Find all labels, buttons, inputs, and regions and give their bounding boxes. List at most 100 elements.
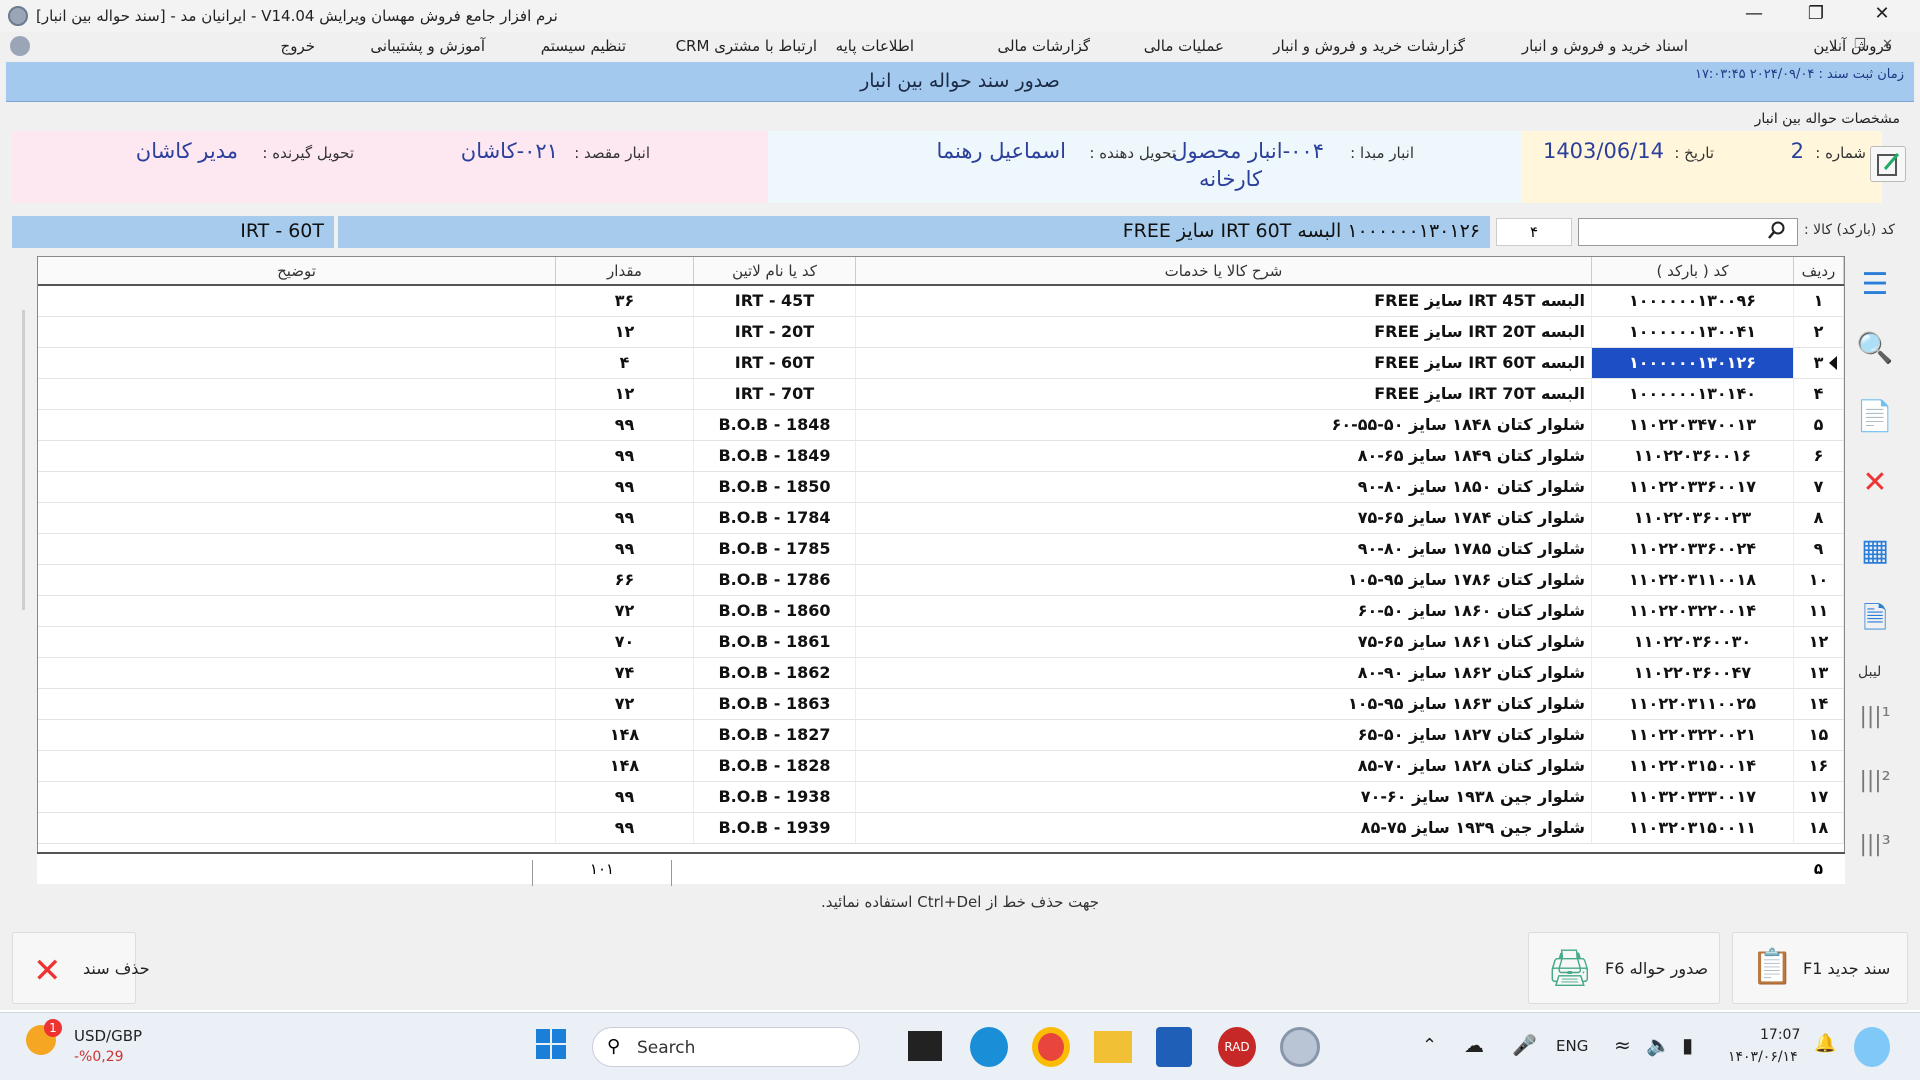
- menu-financial-ops[interactable]: عملیات مالی: [1144, 37, 1224, 55]
- row-number-cell[interactable]: ۱۷: [1793, 781, 1844, 813]
- row-number-cell[interactable]: ۱۴: [1793, 688, 1844, 720]
- row-number-cell[interactable]: ۴: [1793, 378, 1844, 410]
- quantity-cell[interactable]: ۹۹: [555, 812, 694, 844]
- latin-name-cell[interactable]: B.O.B - 1860: [693, 595, 856, 627]
- quantity-cell[interactable]: ۹۹: [555, 409, 694, 441]
- quantity-cell[interactable]: ۷۴: [555, 657, 694, 689]
- quantity-cell[interactable]: ۹۹: [555, 502, 694, 534]
- note-cell[interactable]: [38, 285, 556, 317]
- description-cell[interactable]: شلوار کتان ۱۸۲۸ سایز ۷۰-۸۵: [855, 750, 1592, 782]
- maximize-button[interactable]: ❐: [1792, 0, 1840, 30]
- latin-name-cell[interactable]: B.O.B - 1848: [693, 409, 856, 441]
- barcode-cell[interactable]: ۱۱۰۲۲۰۳۳۶۰۰۲۴: [1591, 533, 1794, 565]
- barcode-cell[interactable]: ۱۱۰۲۲۰۳۶۰۰۲۳: [1591, 502, 1794, 534]
- latin-name-cell[interactable]: B.O.B - 1786: [693, 564, 856, 596]
- barcode-cell[interactable]: ۱۱۰۲۲۰۳۶۰۰۱۶: [1591, 440, 1794, 472]
- wifi-icon[interactable]: ≈: [1614, 1033, 1631, 1057]
- barcode-cell[interactable]: ۱۱۰۲۲۰۳۱۱۰۰۲۵: [1591, 688, 1794, 720]
- rad-app-icon[interactable]: RAD: [1218, 1027, 1256, 1067]
- note-cell[interactable]: [38, 409, 556, 441]
- barcode-cell[interactable]: ۱۱۰۲۲۰۳۱۱۰۰۱۸: [1591, 564, 1794, 596]
- latin-name-cell[interactable]: B.O.B - 1827: [693, 719, 856, 751]
- chrome-icon[interactable]: [1032, 1027, 1070, 1067]
- description-cell[interactable]: شلوار کتان ۱۸۶۳ سایز ۹۵-۱۰۵: [855, 688, 1592, 720]
- mdi-close-icon[interactable]: ✕: [1882, 37, 1893, 52]
- col-code[interactable]: کد ( بارکد ): [1591, 257, 1794, 286]
- onedrive-icon[interactable]: ☁: [1464, 1033, 1484, 1057]
- row-number-cell[interactable]: ۵: [1793, 409, 1844, 441]
- quantity-cell[interactable]: ۶۶: [555, 564, 694, 596]
- edit-header-button[interactable]: [1870, 146, 1906, 182]
- menu-lines-icon[interactable]: ☰: [1848, 258, 1902, 312]
- barcode-cell[interactable]: ۱۱۰۲۲۰۳۲۲۰۰۲۱: [1591, 719, 1794, 751]
- latin-name-cell[interactable]: B.O.B - 1863: [693, 688, 856, 720]
- row-number-cell[interactable]: ۸: [1793, 502, 1844, 534]
- quantity-cell[interactable]: ۹۹: [555, 781, 694, 813]
- description-cell[interactable]: شلوار کتان ۱۸۶۲ سایز ۹۰-۸۰: [855, 657, 1592, 689]
- latin-name-cell[interactable]: IRT - 60T: [693, 347, 856, 379]
- menu-base-info[interactable]: اطلاعات پایه: [836, 37, 914, 55]
- issue-transfer-button[interactable]: 🖨 صدور حواله F6: [1528, 932, 1720, 1004]
- minimize-button[interactable]: —: [1730, 0, 1778, 30]
- latin-name-cell[interactable]: B.O.B - 1785: [693, 533, 856, 565]
- description-cell[interactable]: شلوار کتان ۱۸۵۰ سایز ۸۰-۹۰: [855, 471, 1592, 503]
- latin-name-cell[interactable]: IRT - 70T: [693, 378, 856, 410]
- note-cell[interactable]: [38, 502, 556, 534]
- menu-inventory-reports[interactable]: گزارشات خرید و فروش و انبار: [1273, 37, 1465, 55]
- barcode-cell[interactable]: ۱۱۰۲۲۰۳۶۰۰۴۷: [1591, 657, 1794, 689]
- row-number-cell[interactable]: ۱۰: [1793, 564, 1844, 596]
- barcode-cell[interactable]: ۱۱۰۲۲۰۳۶۰۰۳۰: [1591, 626, 1794, 658]
- table-row[interactable]: ۷ ۱۱۰۲۲۰۳۳۶۰۰۱۷ شلوار کتان ۱۸۵۰ سایز ۸۰-۹۰…: [38, 471, 1844, 503]
- latin-name-cell[interactable]: B.O.B - 1938: [693, 781, 856, 813]
- col-latin[interactable]: کد یا نام لاتین: [693, 257, 856, 286]
- barcode-cell[interactable]: ۱۱۰۲۲۰۳۳۶۰۰۱۷: [1591, 471, 1794, 503]
- search-icon[interactable]: [1768, 221, 1786, 239]
- menu-training[interactable]: آموزش و پشتیبانی: [370, 37, 485, 55]
- table-row[interactable]: ۱ ۱۰۰۰۰۰۰۱۳۰۰۹۶ البسه IRT 45T سایز FREE IRT…: [38, 285, 1844, 317]
- col-qty[interactable]: مقدار: [555, 257, 694, 286]
- note-cell[interactable]: [38, 812, 556, 844]
- description-cell[interactable]: البسه IRT 60T سایز FREE: [855, 347, 1592, 379]
- doc-search-icon[interactable]: 📄: [1848, 390, 1902, 444]
- quantity-cell[interactable]: ۹۹: [555, 440, 694, 472]
- quantity-cell[interactable]: ۹۹: [555, 471, 694, 503]
- description-cell[interactable]: شلوار جین ۱۹۳۸ سایز ۶۰-۷۰: [855, 781, 1592, 813]
- store-icon[interactable]: [1156, 1027, 1192, 1067]
- menu-online-sales[interactable]: فروش آنلاین: [1813, 37, 1892, 55]
- close-button[interactable]: ✕: [1858, 0, 1906, 30]
- quantity-cell[interactable]: ۴: [555, 347, 694, 379]
- row-number-cell[interactable]: ۱۵: [1793, 719, 1844, 751]
- table-row[interactable]: ۸ ۱۱۰۲۲۰۳۶۰۰۲۳ شلوار کتان ۱۷۸۴ سایز ۶۵-۷۵ B…: [38, 502, 1844, 534]
- barcode-cell[interactable]: ۱۱۰۲۲۰۳۴۷۰۰۱۳: [1591, 409, 1794, 441]
- edge-icon[interactable]: [970, 1027, 1008, 1067]
- row-number-cell[interactable]: ۲: [1793, 316, 1844, 348]
- note-cell[interactable]: [38, 564, 556, 596]
- barcode-cell[interactable]: ۱۱۰۳۲۰۳۱۵۰۰۱۱: [1591, 812, 1794, 844]
- row-number-cell[interactable]: ۱۱: [1793, 595, 1844, 627]
- table-row[interactable]: ۱۲ ۱۱۰۲۲۰۳۶۰۰۳۰ شلوار کتان ۱۸۶۱ سایز ۶۵-۷۵…: [38, 626, 1844, 658]
- description-cell[interactable]: شلوار کتان ۱۷۸۵ سایز ۸۰-۹۰: [855, 533, 1592, 565]
- latin-name-cell[interactable]: B.O.B - 1862: [693, 657, 856, 689]
- latin-name-cell[interactable]: B.O.B - 1939: [693, 812, 856, 844]
- quantity-cell[interactable]: ۳۶: [555, 285, 694, 317]
- taskbar-search[interactable]: ⚲ Search: [592, 1027, 860, 1067]
- row-number-cell[interactable]: ۱۸: [1793, 812, 1844, 844]
- barcode-cell[interactable]: ۱۰۰۰۰۰۰۱۳۰۰۴۱: [1591, 316, 1794, 348]
- latin-name-cell[interactable]: B.O.B - 1861: [693, 626, 856, 658]
- table-row[interactable]: ۱۱ ۱۱۰۲۲۰۳۲۲۰۰۱۴ شلوار کتان ۱۸۶۰ سایز ۵۰-۶…: [38, 595, 1844, 627]
- battery-icon[interactable]: ▮: [1682, 1033, 1693, 1057]
- find-doc-icon[interactable]: 🔍: [1848, 322, 1902, 376]
- quantity-cell[interactable]: ۷۰: [555, 626, 694, 658]
- table-row[interactable]: ۳ ۱۰۰۰۰۰۰۱۳۰۱۲۶ البسه IRT 60T سایز FREE IRT…: [38, 347, 1844, 379]
- menu-documents[interactable]: اسناد خرید و فروش و انبار: [1522, 37, 1688, 55]
- latin-name-cell[interactable]: IRT - 20T: [693, 316, 856, 348]
- table-row[interactable]: ۴ ۱۰۰۰۰۰۰۱۳۰۱۴۰ البسه IRT 70T سایز FREE IRT…: [38, 378, 1844, 410]
- table-row[interactable]: ۹ ۱۱۰۲۲۰۳۳۶۰۰۲۴ شلوار کتان ۱۷۸۵ سایز ۸۰-۹۰…: [38, 533, 1844, 565]
- row-number-cell[interactable]: ۱: [1793, 285, 1844, 317]
- task-view-icon[interactable]: [908, 1031, 942, 1061]
- barcode-cell[interactable]: ۱۱۰۲۲۰۳۱۵۰۰۱۴: [1591, 750, 1794, 782]
- page-icon[interactable]: 🗎: [1848, 592, 1902, 646]
- barcode-cell[interactable]: ۱۱۰۲۲۰۳۲۲۰۰۱۴: [1591, 595, 1794, 627]
- quantity-cell[interactable]: ۱۲: [555, 316, 694, 348]
- clock-date[interactable]: ۱۴۰۳/۰۶/۱۴: [1728, 1049, 1798, 1065]
